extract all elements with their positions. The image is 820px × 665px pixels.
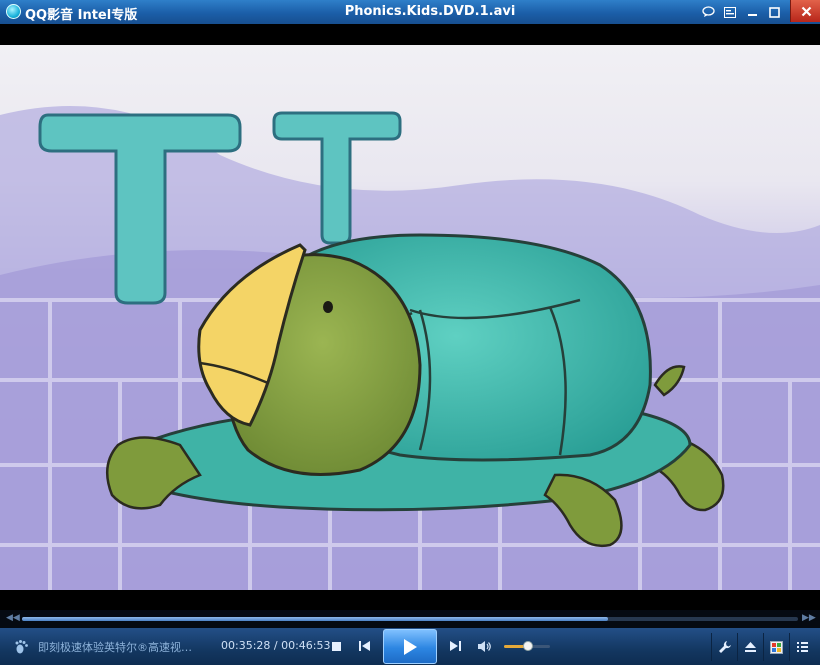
playlist-toggle-button[interactable] [719, 2, 741, 22]
toolbox-grid-icon [770, 640, 783, 654]
maximize-button[interactable] [763, 2, 785, 22]
control-bar: 即刻极速体验英特尔®高速视… 00:35:28 / 00:46:53 [0, 628, 820, 665]
close-button[interactable] [790, 0, 820, 22]
stop-button[interactable] [327, 637, 345, 655]
tool-buttons [711, 633, 817, 661]
seek-bar-row: ◀◀ ▶▶ [0, 610, 820, 628]
settings-button[interactable] [711, 633, 737, 661]
play-icon [404, 638, 417, 655]
seek-bar[interactable] [22, 617, 798, 621]
previous-button[interactable] [354, 637, 374, 655]
eject-icon [745, 642, 756, 652]
footprint-icon [15, 640, 28, 654]
wrench-icon [718, 641, 731, 653]
stop-icon [331, 641, 341, 651]
minimize-icon [747, 13, 757, 16]
seek-forward-icon[interactable]: ▶▶ [802, 613, 816, 623]
app-name: QQ影音 Intel专版 [25, 8, 138, 23]
time-display: 00:35:28 / 00:46:53 [221, 639, 331, 652]
promo-link[interactable]: 即刻极速体验英特尔®高速视… [38, 639, 213, 655]
toolbox-button[interactable] [763, 633, 789, 661]
video-frame-illustration [0, 106, 820, 590]
chat-icon [701, 6, 715, 17]
speaker-icon [477, 640, 491, 652]
play-button[interactable] [383, 629, 437, 664]
window-title: Phonics.Kids.DVD.1.avi [344, 4, 516, 19]
title-bar: QQ影音 Intel专版 Phonics.Kids.DVD.1.avi [0, 0, 820, 24]
previous-icon [358, 641, 370, 651]
open-file-button[interactable] [737, 633, 763, 661]
seek-back-icon[interactable]: ◀◀ [6, 613, 20, 623]
list-icon [797, 642, 808, 652]
maximize-icon [768, 6, 780, 18]
volume-slider[interactable] [504, 641, 550, 651]
playlist-button[interactable] [789, 633, 815, 661]
chat-button[interactable] [697, 2, 719, 22]
mute-button[interactable] [475, 637, 493, 655]
qq-player-logo-icon[interactable] [6, 4, 21, 19]
minimize-button[interactable] [741, 2, 763, 22]
playlist-icon [724, 6, 736, 18]
seek-progress [22, 617, 608, 621]
next-button[interactable] [445, 637, 465, 655]
footprint-button[interactable] [12, 637, 32, 657]
next-icon [449, 641, 461, 651]
video-display[interactable] [0, 45, 820, 590]
volume-knob[interactable] [522, 641, 533, 651]
close-icon [801, 6, 811, 16]
